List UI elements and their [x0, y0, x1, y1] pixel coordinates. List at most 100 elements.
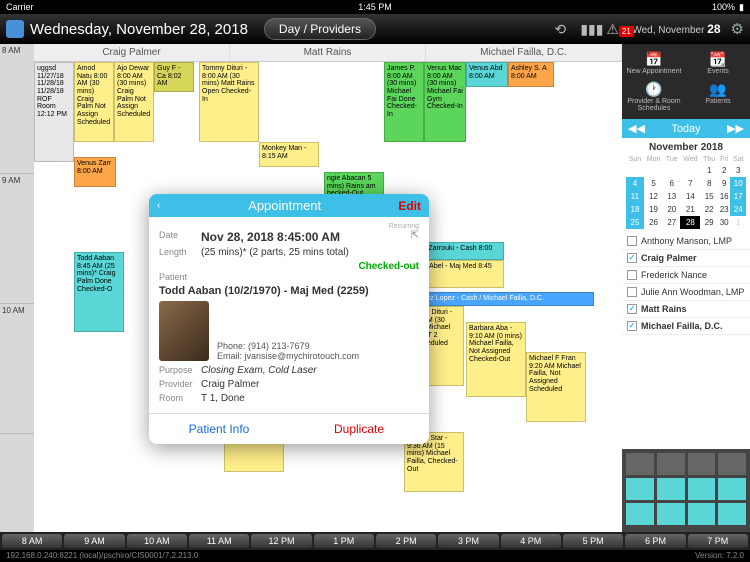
appointment-detail-popup: ‹ Appointment Edit Recurring DateNov 28,… — [149, 194, 429, 444]
appointment-event[interactable]: uggsd 11/27/18 11/28/18 11/28/18 ROF Roo… — [34, 62, 74, 162]
export-icon[interactable]: ⇱ — [411, 230, 419, 244]
provider-checkbox[interactable]: ✓Michael Failla, D.C. — [622, 318, 750, 335]
hour-button[interactable]: 9 AM — [64, 534, 124, 548]
mini-date[interactable]: Wed, November 28 — [632, 22, 720, 36]
provider-header[interactable]: Craig Palmer — [34, 44, 230, 61]
right-sidebar: 📅New Appointment 📆Events 🕐Provider & Roo… — [622, 44, 750, 532]
top-navigation-bar: Wednesday, November 28, 2018 Day / Provi… — [0, 14, 750, 44]
patients-button[interactable]: 👥Patients — [686, 78, 750, 115]
provider-checkbox[interactable]: Frederick Nance — [622, 267, 750, 284]
room-cell[interactable] — [657, 453, 685, 475]
alert-count-badge: 21 — [619, 26, 634, 37]
edit-button[interactable]: Edit — [398, 199, 421, 213]
patient-phone: Phone: (914) 213-7679 — [217, 341, 359, 351]
hour-button[interactable]: 5 PM — [563, 534, 623, 548]
provider-checkbox[interactable]: Julie Ann Woodman, LMP — [622, 284, 750, 301]
appointment-event[interactable]: James P. 8:00 AM (30 mins) Michael Fai D… — [384, 62, 424, 142]
stats-icon[interactable]: ▮▮▮ — [580, 21, 596, 37]
patient-photo[interactable] — [159, 301, 209, 361]
room-cell[interactable] — [688, 503, 716, 525]
room-cell[interactable] — [688, 478, 716, 500]
appointment-event[interactable]: Ashley S. A 8:00 AM — [508, 62, 554, 87]
patient-name: Todd Aaban (10/2/1970) - Maj Med (2259) — [159, 285, 419, 297]
events-button[interactable]: 📆Events — [686, 48, 750, 78]
gear-icon[interactable]: ⚙ — [731, 20, 744, 38]
hour-button[interactable]: 12 PM — [251, 534, 311, 548]
battery-icon: ▮ — [739, 2, 744, 13]
today-button[interactable]: Today — [671, 123, 700, 135]
appointment-event[interactable]: Ajo Dewar 8:00 AM (30 mins) Craig Palm N… — [114, 62, 154, 142]
status-bar: Carrier 1:45 PM 100% ▮ — [0, 0, 750, 14]
new-appointment-button[interactable]: 📅New Appointment — [622, 48, 686, 78]
view-mode-selector[interactable]: Day / Providers — [264, 18, 376, 40]
duplicate-button[interactable]: Duplicate — [289, 414, 429, 444]
carrier-label: Carrier — [6, 2, 34, 12]
provider-checkbox[interactable]: ✓Matt Rains — [622, 301, 750, 318]
appointment-event[interactable]: Michael F Fran 9:20 AM Michael Failla, N… — [526, 352, 586, 422]
time-8am: 8 AM — [0, 44, 34, 174]
hour-button[interactable]: 1 PM — [314, 534, 374, 548]
app-logo-icon[interactable] — [6, 20, 24, 38]
hour-button[interactable]: 11 AM — [189, 534, 249, 548]
refresh-icon[interactable]: ⟲ — [554, 21, 570, 37]
patient-info-button[interactable]: Patient Info — [149, 414, 289, 444]
appointment-event[interactable]: Venus Mac 8:00 AM (30 mins) Michael Fai … — [424, 62, 466, 142]
hour-button[interactable]: 6 PM — [625, 534, 685, 548]
hour-button[interactable]: 2 PM — [376, 534, 436, 548]
time-9am: 9 AM — [0, 174, 34, 304]
schedules-button[interactable]: 🕐Provider & Room Schedules — [622, 78, 686, 115]
status-time: 1:45 PM — [358, 2, 392, 12]
room-cell[interactable] — [626, 478, 654, 500]
appointment-event[interactable]: Todd Aaban 8:45 AM (25 mins)* Craig Palm… — [74, 252, 124, 332]
appt-length: (25 mins)* (2 parts, 25 mins total) — [201, 247, 419, 258]
battery-label: 100% — [712, 2, 735, 12]
mini-calendar[interactable]: November 2018 SunMonTueWedThuFriSat 123 … — [622, 138, 750, 233]
appointment-event[interactable]: Monkey Man - 8:15 AM — [259, 142, 319, 167]
hour-button[interactable]: 7 PM — [688, 534, 748, 548]
appointment-event[interactable]: Martinez Lopez - Cash / Michael Failla, … — [404, 292, 594, 306]
room-cell[interactable] — [718, 453, 746, 475]
appointment-event[interactable]: Venus Abd 8:00 AM — [466, 62, 508, 87]
time-10am: 10 AM — [0, 304, 34, 434]
room-status-grid[interactable] — [622, 449, 750, 532]
footer-bar: 192.168.0.240:8221 (local)/pschiro/CIS00… — [0, 550, 750, 562]
alert-icon[interactable]: ⚠21 — [606, 21, 622, 37]
provider-header-row: Craig Palmer Matt Rains Michael Failla, … — [34, 44, 622, 62]
popup-title: Appointment — [171, 198, 398, 213]
hour-button[interactable]: 3 PM — [438, 534, 498, 548]
provider-header[interactable]: Michael Failla, D.C. — [426, 44, 622, 61]
appt-date: Nov 28, 2018 8:45:00 AM — [201, 230, 411, 244]
room-cell[interactable] — [657, 478, 685, 500]
appt-provider: Craig Palmer — [201, 379, 419, 390]
room-cell[interactable] — [718, 478, 746, 500]
calendar-grid[interactable]: Craig Palmer Matt Rains Michael Failla, … — [34, 44, 622, 532]
provider-checkbox[interactable]: Anthony Manson, LMP — [622, 233, 750, 250]
mini-cal-month: November 2018 — [626, 142, 746, 153]
next-month-icon[interactable]: ▶▶ — [727, 122, 744, 135]
appt-purpose: Closing Exam, Cold Laser — [201, 365, 419, 376]
popup-back-icon[interactable]: ‹ — [157, 200, 171, 211]
provider-checkbox[interactable]: ✓Craig Palmer — [622, 250, 750, 267]
appointment-event[interactable]: Barbara Aba - 9:10 AM (0 mins) Michael F… — [466, 322, 526, 397]
current-date-label: Wednesday, November 28, 2018 — [30, 21, 248, 38]
hour-button[interactable]: 8 AM — [2, 534, 62, 548]
appointment-event[interactable]: Venus Zarr 8:00 AM — [74, 157, 116, 187]
appointment-event[interactable]: Guy F - Ca 8:02 AM — [154, 62, 194, 92]
provider-filter-list: Anthony Manson, LMP ✓Craig Palmer Freder… — [622, 233, 750, 449]
calendar-plus-icon: 📅 — [622, 51, 686, 68]
room-cell[interactable] — [626, 503, 654, 525]
hour-jump-bar: 8 AM 9 AM 10 AM 11 AM 12 PM 1 PM 2 PM 3 … — [0, 532, 750, 550]
room-cell[interactable] — [657, 503, 685, 525]
appt-room: T 1, Done — [201, 393, 419, 404]
time-gutter: 8 AM 9 AM 10 AM — [0, 44, 34, 532]
prev-month-icon[interactable]: ◀◀ — [628, 122, 645, 135]
hour-button[interactable]: 10 AM — [127, 534, 187, 548]
room-cell[interactable] — [626, 453, 654, 475]
patient-email: Email: jvansise@mychirotouch.com — [217, 351, 359, 361]
provider-header[interactable]: Matt Rains — [230, 44, 426, 61]
appointment-event[interactable]: Amod Natu 8:00 AM (30 mins) Craig Palm N… — [74, 62, 114, 142]
appointment-event[interactable]: Tommy Dituri - 8:00 AM (30 mins) Matt Ra… — [199, 62, 259, 142]
hour-button[interactable]: 4 PM — [501, 534, 561, 548]
room-cell[interactable] — [688, 453, 716, 475]
room-cell[interactable] — [718, 503, 746, 525]
